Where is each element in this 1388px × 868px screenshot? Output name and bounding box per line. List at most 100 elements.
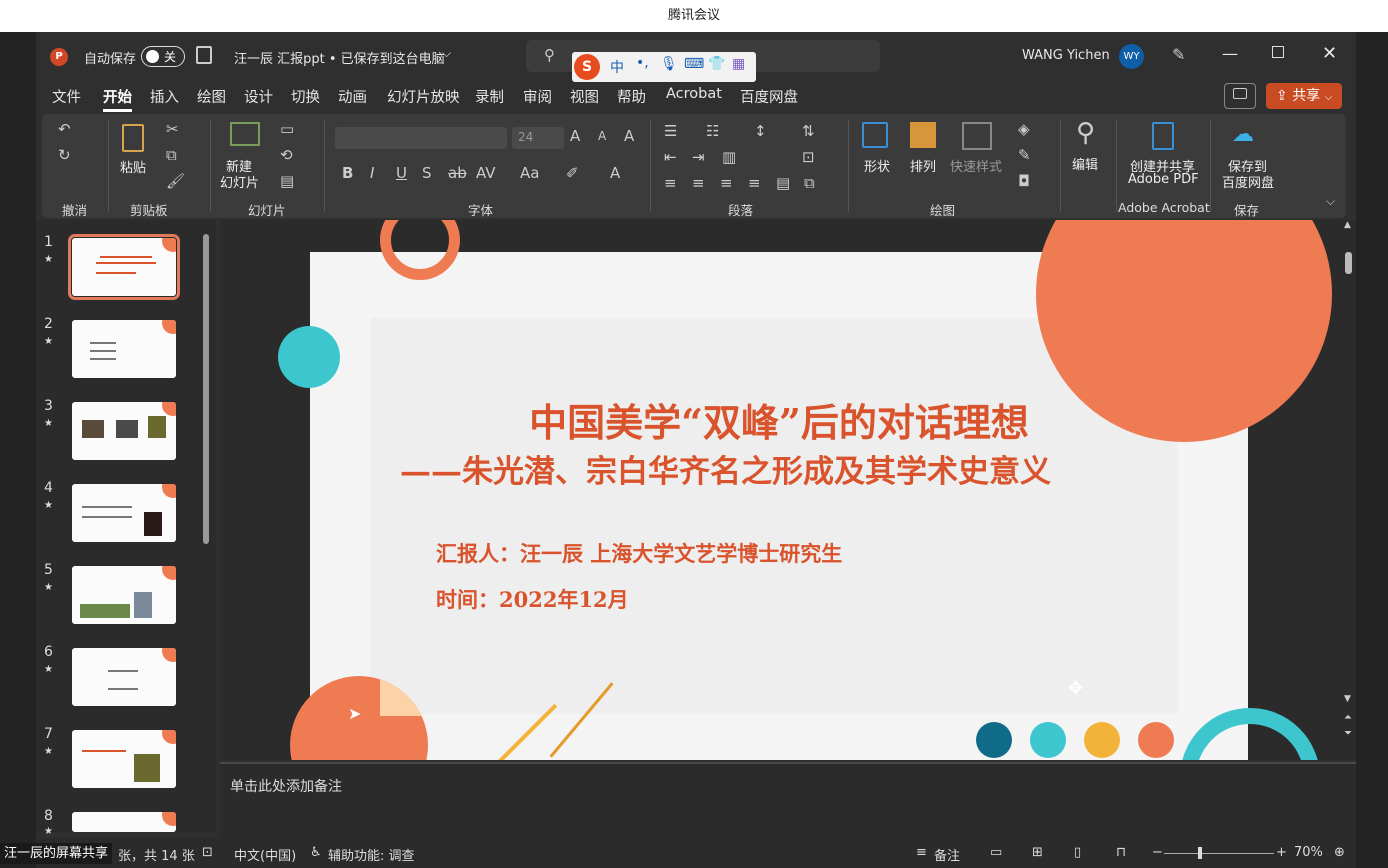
decrease-indent-icon[interactable]: ⇤	[664, 148, 677, 166]
share-button[interactable]: ⇪ 共享 ⌵	[1266, 83, 1342, 109]
spellcheck-icon[interactable]: ⊡	[202, 845, 213, 860]
strikethrough-icon[interactable]: ab	[448, 164, 467, 182]
prev-slide-icon[interactable]: ⏶	[1344, 712, 1352, 723]
notes-pane[interactable]: 单击此处添加备注	[220, 762, 1356, 838]
slide-thumbnail-4[interactable]	[72, 484, 176, 542]
slide-thumbnail-8[interactable]	[72, 812, 176, 832]
slide-thumbnail-7[interactable]	[72, 730, 176, 788]
skin-icon[interactable]: 👕	[708, 56, 725, 72]
zoom-level[interactable]: 70%	[1294, 845, 1323, 860]
bold-icon[interactable]: B	[342, 164, 353, 182]
new-slide-icon[interactable]	[230, 122, 260, 146]
slide-sorter-icon[interactable]: ⊞	[1032, 845, 1043, 860]
slide-reporter[interactable]: 汇报人：汪一辰 上海大学文艺学博士研究生	[436, 538, 842, 568]
distribute-icon[interactable]: ▤	[776, 174, 790, 192]
arrange-icon[interactable]	[910, 122, 936, 148]
tab-acrobat[interactable]: Acrobat	[666, 86, 722, 102]
redo-icon[interactable]: ↻	[58, 146, 71, 164]
keyboard-icon[interactable]: ⌨	[684, 56, 704, 72]
shape-outline-icon[interactable]: ✎	[1018, 146, 1031, 164]
line-spacing-icon[interactable]: ↕	[754, 122, 767, 140]
slide-thumbnail-6[interactable]	[72, 648, 176, 706]
slide-thumbnail-1[interactable]	[68, 234, 180, 300]
copy-icon[interactable]: ⧉	[166, 146, 177, 164]
thumbnails-scrollbar[interactable]	[202, 224, 210, 744]
toolbox-icon[interactable]: ▦	[732, 56, 745, 72]
zoom-slider[interactable]	[1164, 853, 1274, 854]
pen-icon[interactable]: ✎	[1172, 45, 1185, 64]
shapes-label[interactable]: 形状	[864, 156, 890, 175]
text-direction-icon[interactable]: ⇅	[802, 122, 815, 140]
ime-punct[interactable]: •,	[636, 55, 649, 71]
slide-date[interactable]: 时间：2022年12月	[436, 584, 629, 614]
shapes-icon[interactable]	[862, 122, 888, 148]
sogou-icon[interactable]: S	[574, 54, 600, 80]
slide-thumbnail-3[interactable]	[72, 402, 176, 460]
notes-icon[interactable]: ≡	[916, 845, 927, 860]
scroll-up-icon[interactable]: ▲	[1344, 220, 1351, 230]
accessibility-status[interactable]: 辅助功能: 调查	[328, 845, 415, 864]
clear-format-icon[interactable]: A	[624, 127, 634, 145]
smartart-icon[interactable]: ⧉	[804, 174, 815, 192]
columns-icon[interactable]: ▥	[722, 148, 736, 166]
shrink-font-icon[interactable]: A	[598, 129, 606, 143]
save-icon[interactable]	[196, 46, 212, 64]
paste-label[interactable]: 粘贴	[120, 157, 146, 176]
accessibility-icon[interactable]: ♿	[310, 845, 322, 860]
fit-slide-icon[interactable]: ⊕	[1334, 845, 1345, 860]
new-slide-label-2[interactable]: 幻灯片	[220, 172, 259, 191]
slide-thumbnail-5[interactable]	[72, 566, 176, 624]
highlight-icon[interactable]: ✐	[566, 164, 579, 182]
zoom-out-icon[interactable]: −	[1152, 845, 1163, 860]
avatar[interactable]: WY	[1119, 44, 1144, 69]
tab-home[interactable]: 开始	[103, 86, 132, 112]
grow-font-icon[interactable]: A	[570, 127, 580, 145]
tab-view[interactable]: 视图	[570, 86, 599, 107]
chevron-down-icon[interactable]: ⌵	[442, 46, 451, 61]
document-title[interactable]: 汪一辰 汇报ppt • 已保存到这台电脑	[234, 48, 445, 67]
italic-icon[interactable]: I	[370, 164, 374, 182]
shape-effects-icon[interactable]: ◘	[1018, 172, 1030, 190]
undo-icon[interactable]: ↶	[58, 120, 71, 138]
format-painter-icon[interactable]: 🖌	[166, 172, 185, 190]
paste-icon[interactable]	[122, 124, 144, 152]
language-status[interactable]: 中文(中国)	[234, 845, 296, 864]
notes-toggle[interactable]: 备注	[934, 845, 960, 864]
tab-review[interactable]: 审阅	[523, 86, 552, 107]
section-icon[interactable]: ▤	[280, 172, 294, 190]
baidu-label-2[interactable]: 百度网盘	[1222, 172, 1274, 191]
increase-indent-icon[interactable]: ⇥	[692, 148, 705, 166]
arrange-label[interactable]: 排列	[910, 156, 936, 175]
autosave-toggle[interactable]: 关	[141, 46, 185, 67]
scrollbar-thumb[interactable]	[203, 234, 209, 544]
scrollbar-thumb[interactable]	[1345, 252, 1352, 274]
font-color-icon[interactable]: A	[610, 164, 620, 182]
minimize-icon[interactable]: —	[1222, 44, 1238, 63]
align-text-icon[interactable]: ⊡	[802, 148, 815, 166]
ime-mode[interactable]: 中	[610, 57, 624, 77]
slide-scrollbar[interactable]: ▲ ▼ ⏶ ⏷	[1342, 220, 1356, 760]
tab-help[interactable]: 帮助	[617, 86, 646, 107]
change-case-icon[interactable]: Aa	[520, 164, 539, 182]
tab-animations[interactable]: 动画	[338, 86, 367, 107]
quick-styles-label[interactable]: 快速样式	[950, 156, 1002, 175]
tab-draw[interactable]: 绘图	[197, 86, 226, 107]
tab-record[interactable]: 录制	[475, 86, 504, 107]
underline-icon[interactable]: U	[396, 164, 407, 182]
font-size-select[interactable]: 24	[512, 127, 564, 149]
next-slide-icon[interactable]: ⏷	[1344, 728, 1352, 739]
cut-icon[interactable]: ✂	[166, 120, 179, 138]
reset-icon[interactable]: ⟲	[280, 146, 293, 164]
char-spacing-icon[interactable]: AV	[476, 164, 496, 182]
restore-icon[interactable]	[1272, 46, 1284, 58]
tab-design[interactable]: 设计	[244, 86, 273, 107]
tab-slideshow[interactable]: 幻灯片放映	[387, 86, 460, 107]
zoom-in-icon[interactable]: +	[1276, 845, 1287, 860]
align-center-icon[interactable]: ≡	[692, 174, 705, 192]
slideshow-icon[interactable]: ⊓	[1116, 845, 1126, 860]
numbering-icon[interactable]: ☷	[706, 122, 719, 140]
user-name[interactable]: WANG Yichen	[1022, 48, 1110, 63]
tab-insert[interactable]: 插入	[150, 86, 179, 107]
acrobat-label-2[interactable]: Adobe PDF	[1128, 172, 1199, 187]
tab-transitions[interactable]: 切换	[291, 86, 320, 107]
